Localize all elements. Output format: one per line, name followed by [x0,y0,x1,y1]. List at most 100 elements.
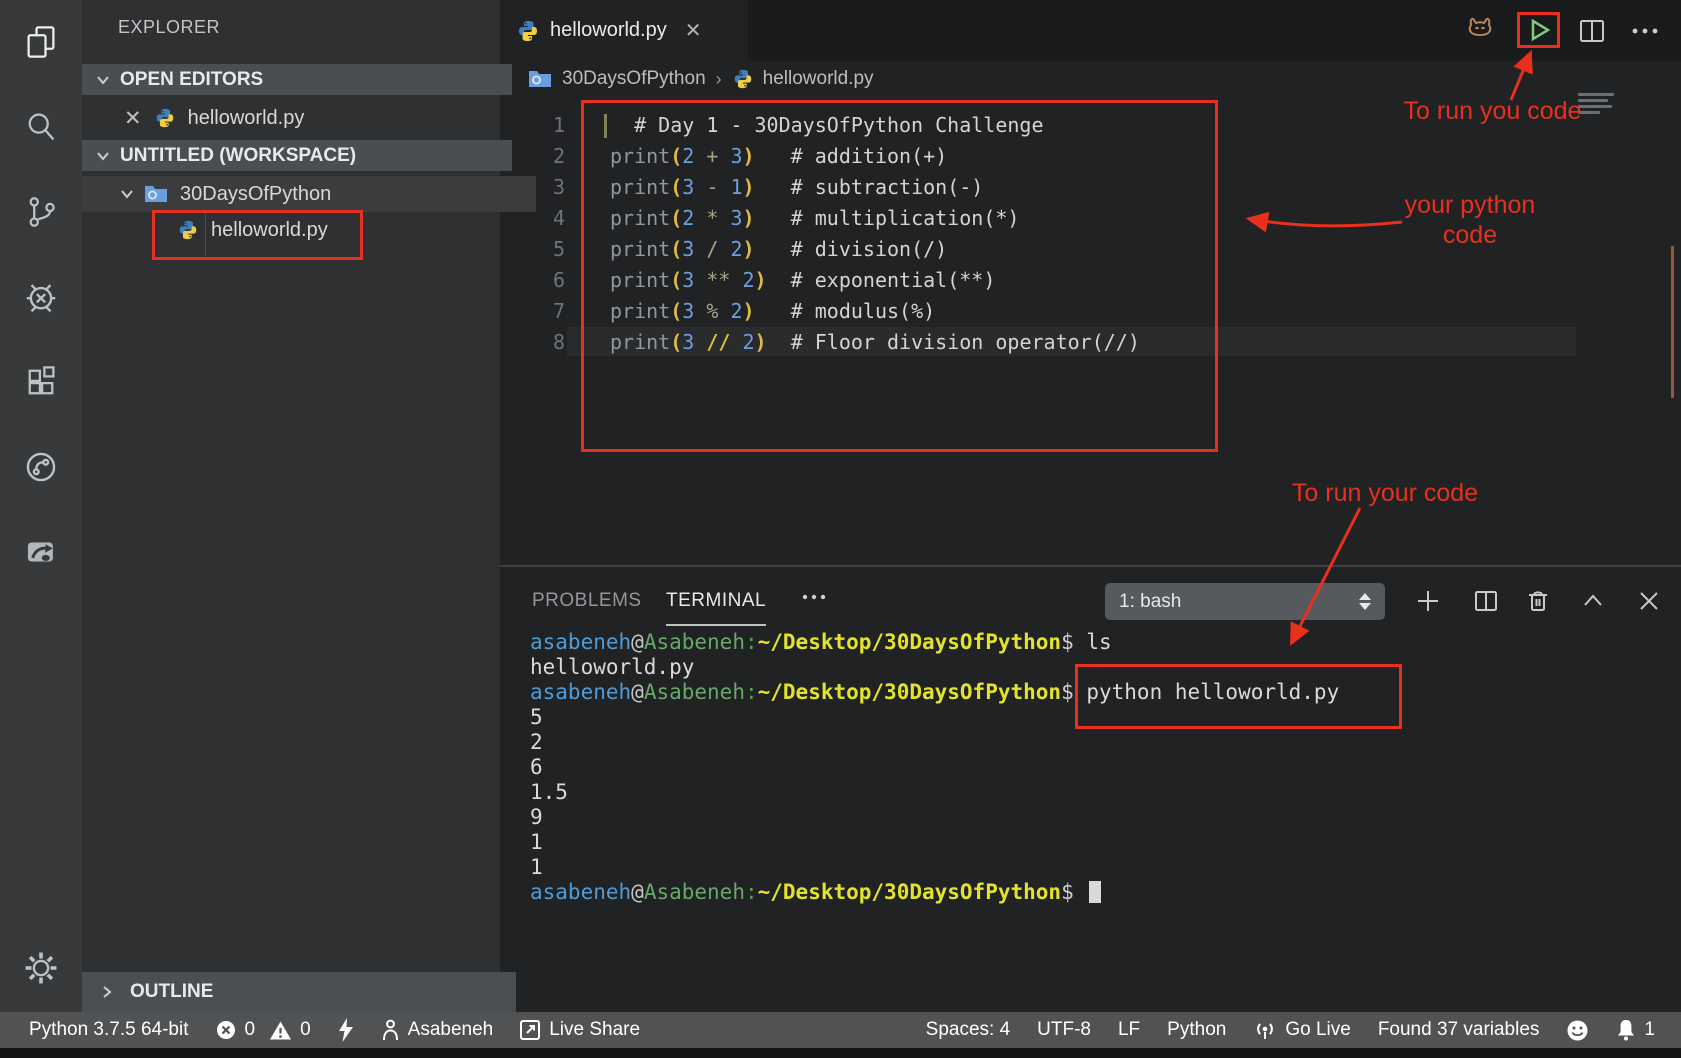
tree-folder-label: 30DaysOfPython [180,183,331,206]
more-actions-icon[interactable] [1630,24,1660,42]
error-icon [215,1019,237,1041]
breadcrumb-separator: › [716,69,722,90]
overview-ruler-mark [1671,246,1674,398]
user-status[interactable]: Asabeneh [381,1019,494,1042]
breadcrumb-file[interactable]: helloworld.py [763,68,874,90]
line-number: 3 [500,175,565,199]
tree-folder-30daysofpython[interactable]: 30DaysOfPython [82,176,536,212]
code-line[interactable]: 7 print(3 % 2) # modulus(%) [500,295,1681,326]
terminal-output-line: 5 [530,705,1339,730]
encoding-status[interactable]: UTF-8 [1037,1019,1091,1041]
code-line[interactable]: 1 # Day 1 - 30DaysOfPython Challenge [500,109,1681,140]
tab-title: helloworld.py [550,19,667,42]
chevron-right-icon [98,985,116,999]
code-line[interactable]: 2print(2 + 3) # addition(+) [500,140,1681,171]
terminal-cursor [1089,881,1101,903]
open-editor-label: helloworld.py [188,107,305,130]
line-number: 5 [500,237,565,261]
tab-close-icon[interactable]: ✕ [685,18,702,43]
tab-terminal[interactable]: TERMINAL [666,585,766,626]
tab-problems[interactable]: PROBLEMS [532,585,642,617]
search-icon[interactable] [19,105,63,149]
editor-cursor [604,114,607,138]
open-editors-header[interactable]: OPEN EDITORS [82,64,512,95]
code-line[interactable]: 6print(3 ** 2) # exponential(**) [500,264,1681,295]
line-number: 8 [500,330,565,354]
go-live-status[interactable]: Go Live [1253,1019,1350,1041]
run-code-button[interactable] [1524,16,1554,49]
code-text: print(3 // 2) # Floor division operator(… [610,330,1140,354]
tree-indent-guide [205,212,206,258]
gitlens-icon[interactable] [19,445,63,489]
code-editor[interactable]: 1 # Day 1 - 30DaysOfPython Challenge2pri… [500,109,1681,357]
code-line[interactable]: 8 print(3 // 2) # Floor division operator… [500,326,1681,357]
open-editor-item[interactable]: ✕ helloworld.py [82,100,542,136]
terminal-prompt-line: asabeneh@Asabeneh:~/Desktop/30DaysOfPyth… [530,630,1339,655]
code-text: print(2 * 3) # multiplication(*) [610,206,1019,230]
cat-extension-icon[interactable] [1463,14,1497,51]
terminal-prompt-line: asabeneh@Asabeneh:~/Desktop/30DaysOfPyth… [530,680,1339,705]
python-interpreter-status[interactable]: Python 3.7.5 64-bit [29,1019,189,1041]
maximize-panel-icon[interactable] [1580,588,1606,614]
code-line[interactable]: 4 print(2 * 3) # multiplication(*) [500,202,1681,233]
terminal-output[interactable]: asabeneh@Asabeneh:~/Desktop/30DaysOfPyth… [530,630,1339,905]
language-status[interactable]: Python [1167,1019,1226,1041]
split-terminal-icon[interactable] [1473,588,1499,614]
outline-header[interactable]: OUTLINE [82,972,516,1012]
notifications-status[interactable]: 1 [1616,1019,1655,1042]
terminal-output-line: 9 [530,805,1339,830]
feedback-smiley-icon[interactable] [1566,1019,1589,1042]
eol-status[interactable]: LF [1118,1019,1140,1041]
activity-bar [0,0,82,1012]
close-panel-icon[interactable] [1636,588,1662,614]
terminal-shell-select[interactable]: 1: bash [1105,583,1385,620]
status-bar: Python 3.7.5 64-bit 0 0 Asabeneh Live Sh… [0,1012,1681,1048]
live-share-icon [519,1019,541,1041]
settings-gear-icon[interactable] [19,946,63,990]
vscode-window: EXPLORER OPEN EDITORS ✕ helloworld.py UN… [0,0,1681,1058]
new-terminal-icon[interactable] [1415,588,1441,614]
indentation-status[interactable]: Spaces: 4 [926,1019,1011,1041]
problems-status[interactable]: 0 0 [215,1019,311,1041]
minimap[interactable] [1578,93,1620,117]
code-text: print(3 % 2) # modulus(%) [610,299,935,323]
panel-more-tabs-icon[interactable] [800,588,830,606]
close-editor-icon[interactable]: ✕ [124,106,142,131]
person-icon [381,1019,400,1042]
live-share-extension-icon[interactable] [19,530,63,574]
source-control-icon[interactable] [19,190,63,234]
annotation-run-terminal: To run your code [1290,478,1480,508]
panel-divider[interactable] [500,565,1681,567]
debug-icon[interactable] [19,275,63,319]
workspace-header[interactable]: UNTITLED (WORKSPACE) [82,140,512,171]
terminal-output-line: helloworld.py [530,655,1339,680]
lightning-icon[interactable] [337,1018,355,1042]
kill-terminal-trash-icon[interactable] [1525,588,1551,614]
explorer-icon[interactable] [19,20,63,64]
line-number: 1 [500,113,565,137]
python-file-icon [154,107,176,129]
code-text: print(3 / 2) # division(/) [610,237,947,261]
terminal-output-line: 1 [530,830,1339,855]
live-share-status[interactable]: Live Share [519,1019,640,1041]
editor-tab-bar: helloworld.py ✕ [500,0,1681,61]
code-line[interactable]: 3 print(3 - 1) # subtraction(-) [500,171,1681,202]
breadcrumb-folder[interactable]: 30DaysOfPython [562,68,706,90]
line-number: 7 [500,299,565,323]
extensions-icon[interactable] [19,360,63,404]
code-text: print(3 - 1) # subtraction(-) [610,175,983,199]
line-number: 4 [500,206,565,230]
code-line[interactable]: 5 print(3 / 2) # division(/) [500,233,1681,264]
chevron-down-icon [94,75,112,85]
split-editor-icon[interactable] [1578,18,1606,49]
broadcast-icon [1253,1019,1277,1041]
explorer-sidebar: EXPLORER OPEN EDITORS ✕ helloworld.py UN… [82,0,500,1012]
code-text: print(2 + 3) # addition(+) [610,144,947,168]
variables-status[interactable]: Found 37 variables [1378,1019,1540,1041]
terminal-output-line: 6 [530,755,1339,780]
tree-file-label: helloworld.py [211,219,328,242]
bell-icon [1616,1019,1636,1042]
tab-helloworld[interactable]: helloworld.py ✕ [500,0,748,61]
python-file-icon [516,19,540,43]
terminal-prompt-line: asabeneh@Asabeneh:~/Desktop/30DaysOfPyth… [530,880,1339,905]
